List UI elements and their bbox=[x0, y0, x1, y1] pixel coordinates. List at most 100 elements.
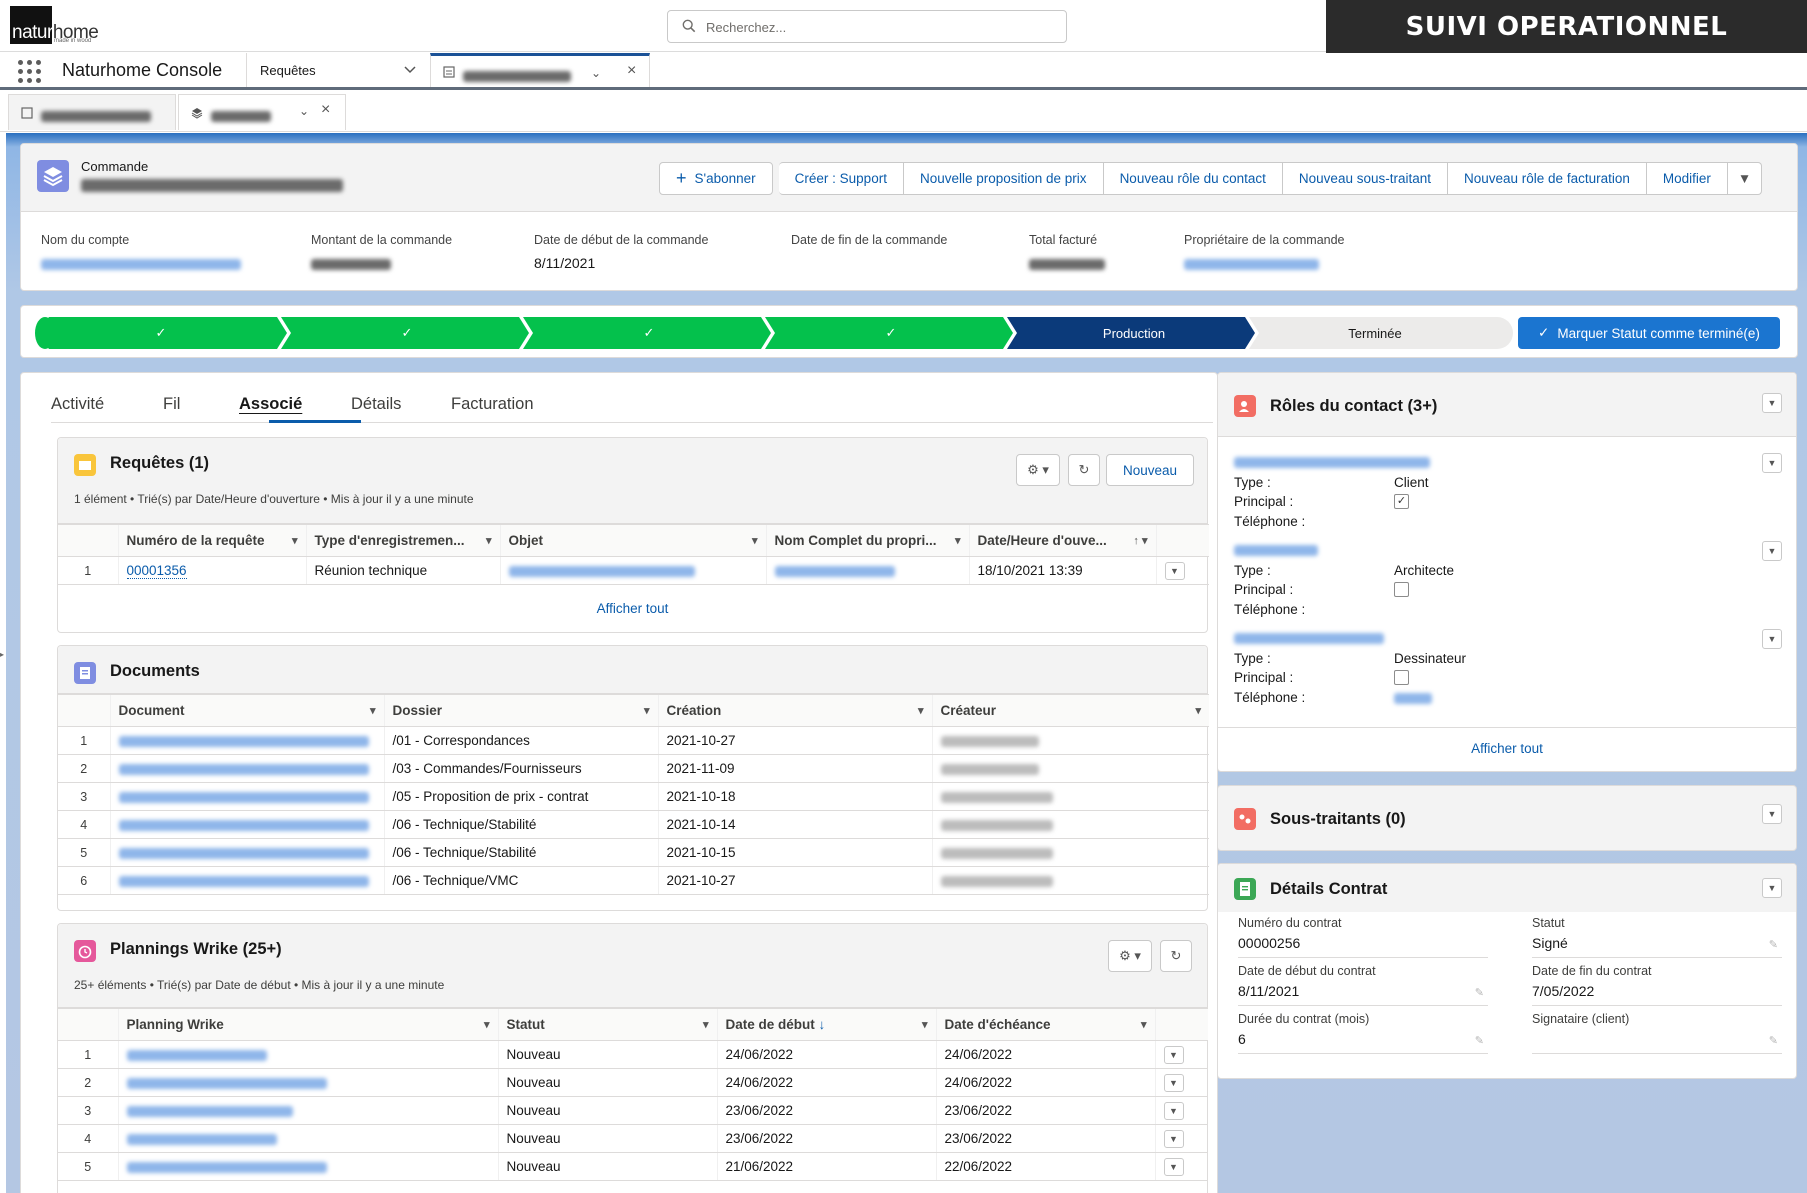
planning-link[interactable] bbox=[117, 1068, 498, 1097]
object-cell[interactable] bbox=[499, 556, 766, 585]
subtab-2[interactable]: ⌄ × bbox=[178, 94, 346, 130]
field-value[interactable] bbox=[41, 255, 241, 273]
table-row[interactable]: 6/06 - Technique/VMC 2021-10-27 bbox=[58, 866, 1209, 895]
close-icon[interactable]: × bbox=[321, 101, 330, 119]
document-link[interactable] bbox=[109, 726, 384, 755]
documents-title[interactable]: Documents bbox=[110, 662, 200, 681]
new-billing-role-button[interactable]: Nouveau rôle de facturation bbox=[1448, 162, 1647, 195]
document-link[interactable] bbox=[109, 866, 384, 895]
col-header[interactable]: Nom Complet du propri... ▾ bbox=[765, 524, 969, 557]
collapse-handle[interactable]: ▸ bbox=[0, 650, 4, 659]
requetes-title[interactable]: Requêtes (1) bbox=[110, 454, 209, 473]
tab-fil[interactable]: Fil bbox=[163, 395, 180, 414]
search-input[interactable] bbox=[706, 17, 1056, 37]
app-launcher-icon[interactable] bbox=[18, 60, 42, 84]
owner-cell[interactable] bbox=[765, 556, 969, 585]
col-header[interactable]: Création ▾ bbox=[657, 694, 932, 727]
col-header[interactable]: Dossier ▾ bbox=[383, 694, 658, 727]
row-actions[interactable]: ▼ bbox=[1154, 1096, 1208, 1125]
document-link[interactable] bbox=[109, 782, 384, 811]
contact-name-link[interactable] bbox=[1234, 633, 1384, 644]
subtab-1[interactable] bbox=[8, 94, 176, 130]
table-row[interactable]: 2/03 - Commandes/Fournisseurs 2021-11-09 bbox=[58, 754, 1209, 783]
contact-roles-show-all[interactable]: Afficher tout bbox=[1218, 741, 1796, 756]
list-settings-icon[interactable]: ⚙ ▾ bbox=[1108, 940, 1152, 972]
mark-complete-button[interactable]: ✓ Marquer Statut comme terminé(e) bbox=[1518, 317, 1780, 349]
naturhome-logo[interactable]: naturhome made in wood bbox=[10, 6, 99, 46]
item-menu-icon[interactable]: ▼ bbox=[1762, 453, 1782, 473]
row-actions[interactable]: ▼ bbox=[1154, 1068, 1208, 1097]
edit-button[interactable]: Modifier bbox=[1646, 162, 1728, 195]
tab-associe[interactable]: Associé bbox=[239, 395, 302, 414]
new-quote-button[interactable]: Nouvelle proposition de prix bbox=[903, 162, 1104, 195]
global-search[interactable] bbox=[667, 10, 1067, 43]
card-menu-icon[interactable]: ▼ bbox=[1762, 393, 1782, 413]
contact-name-link[interactable] bbox=[1234, 457, 1430, 468]
field-value[interactable] bbox=[1184, 255, 1345, 273]
col-header[interactable]: Type d'enregistremen... ▾ bbox=[305, 524, 500, 557]
chevron-down-icon[interactable]: ⌄ bbox=[299, 104, 309, 118]
new-contact-role-button[interactable]: Nouveau rôle du contact bbox=[1103, 162, 1283, 195]
contact-roles-title[interactable]: Rôles du contact (3+) bbox=[1270, 397, 1437, 416]
requetes-show-all[interactable]: Afficher tout bbox=[58, 601, 1207, 616]
row-actions[interactable]: ▼ bbox=[1155, 556, 1209, 585]
create-support-button[interactable]: Créer : Support bbox=[778, 162, 904, 195]
table-row[interactable]: 3 Nouveau 23/06/2022 23/06/2022 ▼ bbox=[58, 1096, 1208, 1125]
contact-name-link[interactable] bbox=[1234, 545, 1318, 556]
table-row[interactable]: 4 Nouveau 23/06/2022 23/06/2022 ▼ bbox=[58, 1124, 1208, 1153]
edit-pencil-icon[interactable]: ✎ bbox=[1475, 986, 1484, 999]
tab-details[interactable]: Détails bbox=[351, 395, 401, 414]
col-header[interactable]: Date d'échéance ▾ bbox=[935, 1008, 1155, 1041]
tab-facturation[interactable]: Facturation bbox=[451, 395, 534, 414]
chevron-down-icon[interactable] bbox=[400, 62, 420, 78]
table-row[interactable]: 5 Nouveau 21/06/2022 22/06/2022 ▼ bbox=[58, 1152, 1208, 1181]
new-request-button[interactable]: Nouveau bbox=[1106, 454, 1194, 486]
col-header[interactable]: Statut ▾ bbox=[497, 1008, 717, 1041]
subscribe-button[interactable]: + S'abonner bbox=[659, 162, 773, 195]
close-icon[interactable]: × bbox=[627, 62, 636, 80]
edit-pencil-icon[interactable]: ✎ bbox=[1475, 1034, 1484, 1047]
table-row[interactable]: 4/06 - Technique/Stabilité 2021-10-14 bbox=[58, 810, 1209, 839]
row-actions[interactable]: ▼ bbox=[1154, 1124, 1208, 1153]
new-subcontractor-button[interactable]: Nouveau sous-traitant bbox=[1282, 162, 1448, 195]
table-row[interactable]: 1 00001356 Réunion technique 18/10/2021 … bbox=[58, 556, 1209, 585]
nav-selector-label[interactable]: Requêtes bbox=[260, 63, 316, 78]
workspace-tab[interactable]: ⌄ × bbox=[430, 53, 650, 87]
col-header[interactable]: Planning Wrike ▾ bbox=[117, 1008, 498, 1041]
contract-title[interactable]: Détails Contrat bbox=[1270, 880, 1387, 899]
table-row[interactable]: 2 Nouveau 24/06/2022 24/06/2022 ▼ bbox=[58, 1068, 1208, 1097]
document-link[interactable] bbox=[109, 838, 384, 867]
table-row[interactable]: 1/01 - Correspondances 2021-10-27 bbox=[58, 726, 1209, 755]
phone-link[interactable] bbox=[1394, 690, 1432, 705]
item-menu-icon[interactable]: ▼ bbox=[1762, 541, 1782, 561]
tab-chevron-icon[interactable]: ⌄ bbox=[591, 66, 601, 80]
document-link[interactable] bbox=[109, 754, 384, 783]
subcontractors-title[interactable]: Sous-traitants (0) bbox=[1270, 810, 1406, 829]
planning-link[interactable] bbox=[117, 1040, 498, 1069]
row-actions[interactable]: ▼ bbox=[1154, 1152, 1208, 1181]
item-menu-icon[interactable]: ▼ bbox=[1762, 629, 1782, 649]
col-header[interactable]: Document ▾ bbox=[109, 694, 384, 727]
planning-link[interactable] bbox=[117, 1096, 498, 1125]
col-header[interactable]: Date de début ↓ ▾ bbox=[716, 1008, 936, 1041]
refresh-icon[interactable]: ↻ bbox=[1068, 454, 1100, 486]
table-row[interactable]: 3/05 - Proposition de prix - contrat 2021… bbox=[58, 782, 1209, 811]
list-settings-icon[interactable]: ⚙ ▾ bbox=[1016, 454, 1060, 486]
more-actions-icon[interactable]: ▼ bbox=[1727, 162, 1763, 195]
col-header[interactable]: Date/Heure d'ouve... ↑ ▾ bbox=[968, 524, 1156, 557]
table-row[interactable]: 1 Nouveau 24/06/2022 24/06/2022 ▼ bbox=[58, 1040, 1208, 1069]
plannings-title[interactable]: Plannings Wrike (25+) bbox=[110, 940, 282, 959]
refresh-icon[interactable]: ↻ bbox=[1160, 940, 1192, 972]
card-menu-icon[interactable]: ▼ bbox=[1762, 804, 1782, 824]
col-header[interactable]: Numéro de la requête ▾ bbox=[117, 524, 306, 557]
request-number[interactable]: 00001356 bbox=[117, 556, 306, 585]
edit-pencil-icon[interactable]: ✎ bbox=[1769, 938, 1778, 951]
col-header[interactable]: Objet ▾ bbox=[499, 524, 766, 557]
table-row[interactable]: 5/06 - Technique/Stabilité 2021-10-15 bbox=[58, 838, 1209, 867]
card-menu-icon[interactable]: ▼ bbox=[1762, 878, 1782, 898]
row-actions[interactable]: ▼ bbox=[1154, 1040, 1208, 1069]
tab-activite[interactable]: Activité bbox=[51, 395, 104, 414]
edit-pencil-icon[interactable]: ✎ bbox=[1769, 1034, 1778, 1047]
planning-link[interactable] bbox=[117, 1152, 498, 1181]
planning-link[interactable] bbox=[117, 1124, 498, 1153]
